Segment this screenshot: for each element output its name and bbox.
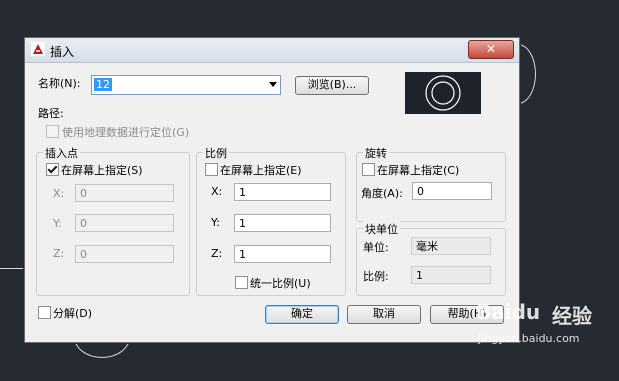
rotation-specify-label: 在屏幕上指定(C): [377, 164, 460, 177]
rotation-group: 旋转 在屏幕上指定(C) 角度(A): 0: [356, 145, 506, 222]
insertion-point-title: 插入点: [43, 145, 80, 161]
block-name-combobox[interactable]: 12: [91, 75, 281, 95]
geo-location-label: 使用地理数据进行定位(G): [62, 126, 190, 139]
cad-line-left: [0, 268, 24, 269]
uniform-scale-label: 统一比例(U): [250, 277, 311, 290]
scale-title: 比例: [203, 145, 229, 161]
dialog-titlebar: 插入 ✕: [25, 38, 519, 63]
scale-y-label: Y:: [211, 216, 220, 229]
block-unit-title: 块单位: [363, 221, 400, 237]
scale-x-label: X:: [211, 185, 223, 198]
angle-field[interactable]: 0: [412, 182, 492, 200]
insertion-specify-checkbox[interactable]: [46, 163, 59, 176]
scale-z-field[interactable]: 1: [234, 245, 331, 263]
autocad-app-icon: [31, 42, 45, 56]
path-label: 路径:: [38, 107, 64, 120]
scale-specify-checkbox[interactable]: [205, 163, 218, 176]
scale-x-field[interactable]: 1: [234, 183, 331, 201]
dialog-title: 插入: [50, 45, 75, 59]
insertion-y-field[interactable]: 0: [75, 214, 174, 232]
unit-label: 单位:: [363, 241, 389, 254]
block-unit-group: 块单位 单位: 毫米 比例: 1: [356, 221, 506, 296]
watermark-brand-cn: 经验: [552, 304, 592, 328]
scale-z-label: Z:: [211, 247, 223, 260]
close-icon: ✕: [485, 42, 497, 56]
block-preview: [405, 72, 481, 114]
insertion-y-label: Y:: [53, 217, 62, 230]
factor-label: 比例:: [363, 270, 389, 283]
rotation-specify-checkbox[interactable]: [362, 163, 375, 176]
baidu-jingyan-watermark: Baidu 经验 jingyan.baidu.com: [476, 300, 616, 378]
explode-checkbox[interactable]: [38, 306, 51, 319]
insertion-z-field[interactable]: 0: [75, 245, 174, 263]
close-button[interactable]: ✕: [468, 40, 514, 59]
insertion-x-label: X:: [53, 187, 65, 200]
angle-label: 角度(A):: [361, 187, 403, 200]
factor-value: 1: [411, 266, 491, 284]
chevron-down-icon[interactable]: [269, 82, 277, 87]
insert-dialog: 插入 ✕ 名称(N): 12 浏览(B)... 路径: 使用地理数据进行定位(G…: [24, 37, 520, 343]
unit-value: 毫米: [411, 237, 491, 255]
block-name-value: 12: [94, 78, 112, 91]
scale-y-field[interactable]: 1: [234, 214, 331, 232]
rotation-title: 旋转: [363, 145, 389, 161]
watermark-brand: Baidu: [476, 300, 541, 324]
uniform-scale-checkbox[interactable]: [235, 276, 248, 289]
name-label: 名称(N):: [38, 77, 81, 90]
block-preview-icon: [425, 75, 461, 111]
scale-group: 比例 在屏幕上指定(E) X: 1 Y: 1 Z: 1 统一比例(U): [196, 145, 346, 296]
watermark-site: jingyan.baidu.com: [478, 332, 580, 345]
geo-location-checkbox[interactable]: [46, 125, 59, 138]
insertion-x-field[interactable]: 0: [75, 184, 174, 202]
insertion-specify-label: 在屏幕上指定(S): [61, 164, 143, 177]
insertion-z-label: Z:: [53, 247, 65, 260]
browse-button[interactable]: 浏览(B)...: [295, 76, 369, 95]
ok-button[interactable]: 确定: [265, 305, 339, 324]
scale-specify-label: 在屏幕上指定(E): [220, 164, 302, 177]
explode-label: 分解(D): [53, 307, 93, 320]
cancel-button[interactable]: 取消: [347, 305, 421, 324]
insertion-point-group: 插入点 在屏幕上指定(S) X: 0 Y: 0 Z: 0: [36, 145, 190, 296]
